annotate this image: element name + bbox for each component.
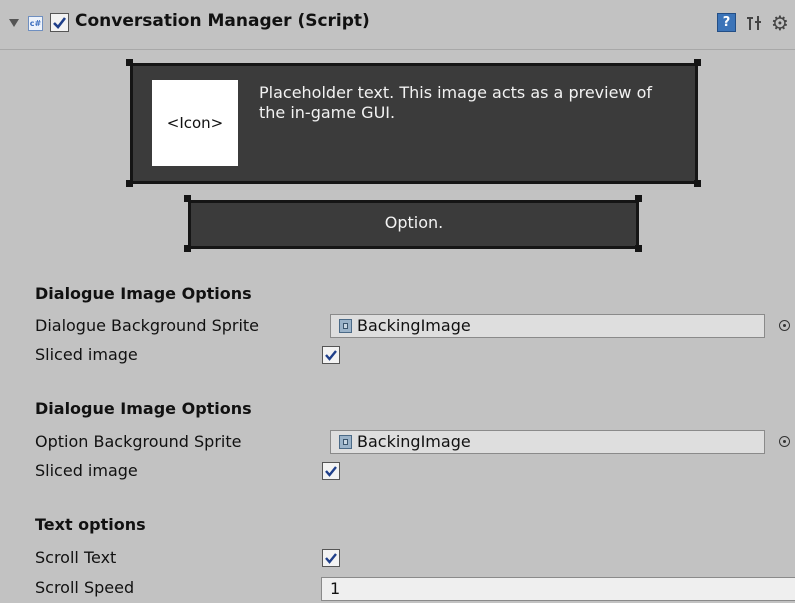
option-image-options-heading: Dialogue Image Options — [35, 399, 252, 418]
panel-corner — [635, 195, 642, 202]
option-sliced-image-checkbox[interactable] — [322, 462, 340, 480]
object-picker-icon[interactable] — [779, 436, 790, 447]
checkmark-icon — [53, 17, 67, 29]
gear-icon[interactable]: ⚙ — [771, 12, 793, 34]
component-enabled-checkbox[interactable] — [50, 13, 69, 32]
checkmark-icon — [325, 466, 337, 477]
panel-corner — [184, 245, 191, 252]
dialogue-sliced-image-checkbox[interactable] — [322, 346, 340, 364]
scroll-text-checkbox[interactable] — [322, 549, 340, 567]
checkmark-icon — [325, 553, 337, 564]
icon-placeholder: <Icon> — [152, 80, 238, 166]
scroll-text-label: Scroll Text — [35, 548, 117, 567]
component-header: c# Conversation Manager (Script) ? ⚙ — [0, 0, 795, 50]
dialogue-background-sprite-field[interactable]: BackingImage — [330, 314, 765, 338]
panel-corner — [126, 59, 133, 66]
dialogue-sliced-image-label: Sliced image — [35, 345, 138, 364]
header-divider — [0, 49, 795, 50]
presets-icon[interactable] — [745, 14, 763, 32]
sprite-icon — [339, 435, 352, 449]
scroll-speed-input[interactable]: 1 — [321, 577, 795, 601]
sprite-icon — [339, 319, 352, 333]
help-icon[interactable]: ? — [717, 13, 736, 32]
object-picker-icon[interactable] — [779, 320, 790, 331]
preview-text: Placeholder text. This image acts as a p… — [259, 83, 653, 122]
option-preview-label: Option. — [384, 213, 444, 232]
panel-corner — [635, 245, 642, 252]
option-background-sprite-field[interactable]: BackingImage — [330, 430, 765, 454]
dialogue-background-sprite-label: Dialogue Background Sprite — [35, 316, 260, 335]
option-background-sprite-label: Option Background Sprite — [35, 432, 242, 451]
panel-corner — [694, 180, 701, 187]
panel-corner — [184, 195, 191, 202]
option-background-sprite-value: BackingImage — [357, 432, 471, 451]
panel-corner — [694, 59, 701, 66]
text-options-heading: Text options — [35, 515, 146, 534]
csharp-script-icon: c# — [28, 16, 43, 31]
dialogue-background-sprite-value: BackingImage — [357, 316, 471, 335]
component-title: Conversation Manager (Script) — [75, 11, 370, 31]
dialogue-image-options-heading: Dialogue Image Options — [35, 284, 252, 303]
scroll-speed-label: Scroll Speed — [35, 578, 135, 597]
panel-corner — [126, 180, 133, 187]
foldout-arrow-icon[interactable] — [9, 19, 19, 27]
option-sliced-image-label: Sliced image — [35, 461, 138, 480]
checkmark-icon — [325, 350, 337, 361]
